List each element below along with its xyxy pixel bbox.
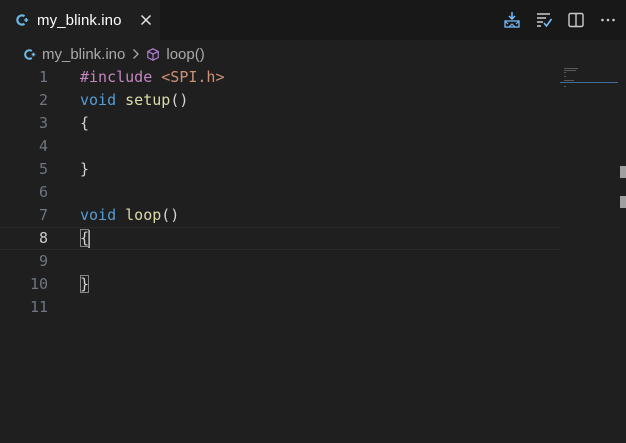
code-line[interactable]: 7 void loop() — [0, 204, 560, 227]
vertical-scrollbar[interactable] — [618, 66, 626, 443]
code-text: { — [80, 228, 91, 249]
cpp-file-icon — [22, 47, 36, 61]
code-text: #include <SPI.h> — [80, 66, 225, 89]
line-number: 4 — [38, 137, 48, 155]
code-editor[interactable]: 1 #include <SPI.h> 2 void setup() 3{4 5} 6 7 voi… — [0, 66, 626, 443]
line-number: 1 — [38, 68, 48, 86]
breadcrumb-file-label: my_blink.ino — [42, 45, 126, 63]
scrollbar-marker — [620, 196, 626, 208]
code-line[interactable]: 6 — [0, 181, 560, 204]
code-text: { — [80, 112, 89, 135]
code-line[interactable]: 9 — [0, 250, 560, 273]
line-number: 2 — [38, 91, 48, 109]
code-token: void — [80, 91, 117, 109]
code-token: void — [80, 206, 117, 224]
code-text: } — [80, 273, 90, 296]
code-text: void loop() — [80, 204, 179, 227]
code-line[interactable]: 5} — [0, 158, 560, 181]
code-token: <SPI.h> — [161, 68, 225, 86]
code-line[interactable]: 3{ — [0, 112, 560, 135]
line-number: 6 — [38, 183, 48, 201]
code-token: loop — [125, 206, 162, 224]
code-line[interactable]: 1 #include <SPI.h> — [0, 66, 560, 89]
breadcrumb-symbol[interactable]: loop() — [146, 45, 205, 63]
code-token: { — [80, 114, 90, 132]
line-number: 7 — [38, 206, 48, 224]
code-line[interactable]: 11 — [0, 296, 560, 319]
breadcrumb: my_blink.ino loop() — [0, 42, 626, 66]
line-number: 5 — [38, 160, 48, 178]
method-cube-icon — [146, 47, 160, 61]
code-token: () — [170, 91, 189, 109]
code-token: } — [80, 275, 90, 293]
tab-bar: my_blink.ino — [0, 0, 626, 40]
tab-title: my_blink.ino — [37, 11, 122, 29]
line-number: 8 — [38, 229, 48, 247]
line-number: 3 — [38, 114, 48, 132]
line-number: 11 — [29, 298, 48, 316]
code-text: void setup() — [80, 89, 188, 112]
breadcrumb-file[interactable]: my_blink.ino — [22, 46, 125, 63]
code-token: #include — [80, 68, 162, 86]
split-editor-icon[interactable] — [566, 10, 586, 30]
minimap[interactable] — [560, 66, 618, 443]
code-token: setup — [125, 91, 171, 109]
code-token: } — [80, 160, 90, 178]
chevron-right-icon — [132, 48, 140, 60]
code-text: } — [80, 158, 89, 181]
more-actions-icon[interactable] — [598, 10, 618, 30]
code-line[interactable]: 10} — [0, 273, 560, 296]
editor-actions — [502, 10, 618, 30]
text-cursor — [88, 229, 91, 248]
upload-icon[interactable] — [502, 10, 522, 30]
line-number: 10 — [29, 275, 48, 293]
breadcrumb-symbol-label: loop() — [166, 45, 205, 63]
line-number: 9 — [38, 252, 48, 270]
code-line[interactable]: 2 void setup() — [0, 89, 560, 112]
code-token: () — [161, 206, 180, 224]
scrollbar-marker — [620, 166, 626, 178]
editor-tab[interactable]: my_blink.ino — [0, 0, 160, 40]
close-icon[interactable] — [138, 12, 154, 28]
code-line[interactable]: 4 — [0, 135, 560, 158]
code-line[interactable]: 8{ — [0, 227, 560, 250]
verify-icon[interactable] — [534, 10, 554, 30]
cpp-file-icon — [15, 13, 29, 27]
